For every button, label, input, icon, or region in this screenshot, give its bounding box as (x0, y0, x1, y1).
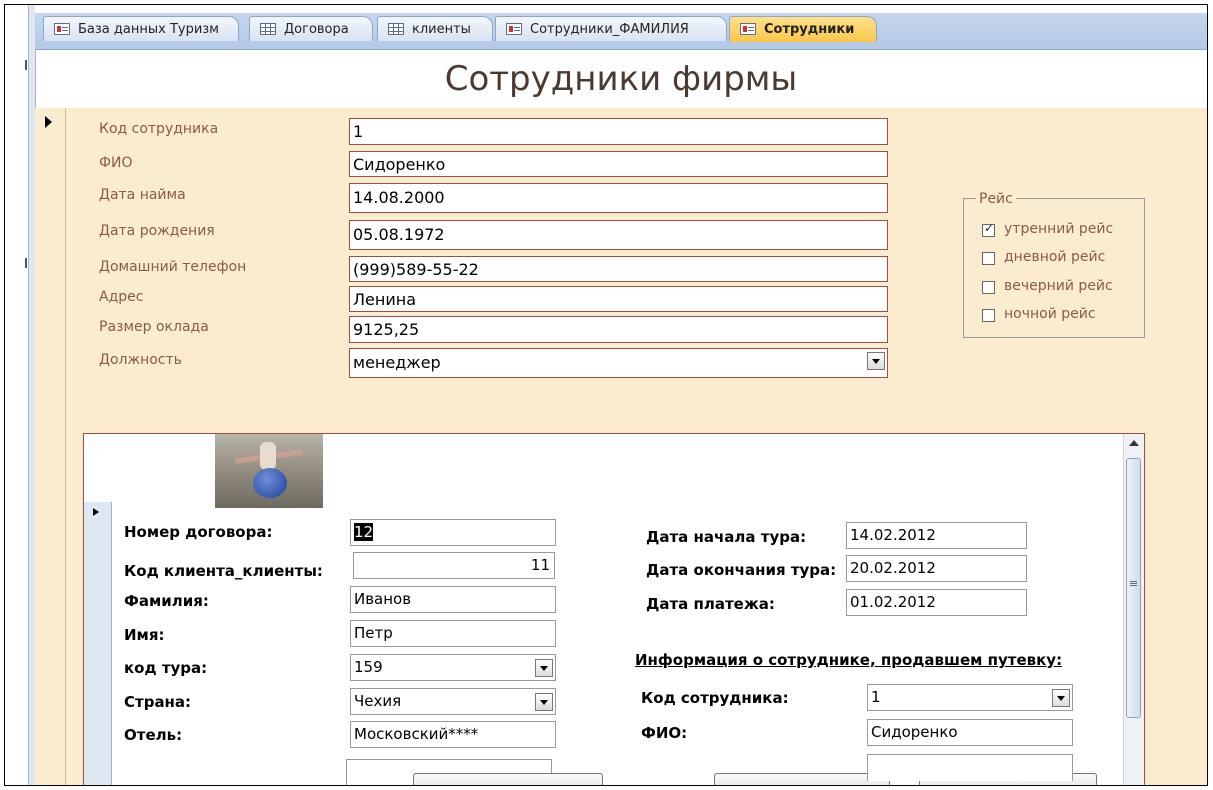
scroll-up-icon[interactable] (1129, 440, 1139, 446)
tour-code-combobox[interactable]: 159 (350, 654, 556, 681)
pane-marker (25, 258, 27, 268)
flight-option-group: Рейс утренний рейс дневной рейс вечерний… (963, 191, 1145, 338)
grip-icon (1130, 581, 1137, 582)
first-name-label: Имя: (124, 626, 165, 644)
day-flight-checkbox[interactable] (982, 252, 995, 265)
evening-flight-label: вечерний рейс (1004, 278, 1113, 294)
salary-label: Размер оклада (99, 319, 209, 335)
tab-label: Сотрудники_ФАМИЛИЯ (530, 22, 689, 37)
tabbar-top (35, 5, 1207, 13)
position-combobox[interactable]: менеджер (349, 348, 888, 378)
tab-employees[interactable]: Сотрудники (729, 16, 877, 42)
form-icon (740, 23, 756, 35)
chevron-down-icon[interactable] (535, 693, 553, 711)
subform-button[interactable] (413, 773, 603, 785)
night-flight-label: ночной рейс (1004, 306, 1096, 322)
partial-field[interactable] (867, 754, 1073, 781)
day-flight-label: дневной рейс (1004, 249, 1106, 265)
full-name-field[interactable]: Сидоренко (349, 151, 888, 177)
tab-contracts[interactable]: Договора (249, 16, 373, 41)
seller-id-combobox[interactable]: 1 (867, 684, 1073, 711)
tab-label: Договора (284, 22, 349, 37)
employee-photo (215, 434, 323, 508)
payment-date-label: Дата платежа: (646, 595, 775, 613)
photo-detail (253, 468, 287, 498)
birth-date-label: Дата рождения (99, 223, 215, 239)
chevron-down-icon[interactable] (867, 352, 885, 370)
pane-marker (25, 60, 27, 70)
hire-date-label: Дата найма (99, 187, 186, 203)
seller-id-value: 1 (871, 688, 881, 706)
morning-flight-label: утренний рейс (1004, 221, 1114, 237)
tab-tourism-db[interactable]: База данных Туризм (43, 16, 239, 41)
employee-section-title: Информация о сотруднике, продавшем путев… (635, 651, 1063, 669)
tab-label: клиенты (412, 22, 471, 37)
home-phone-label: Домашний телефон (99, 259, 247, 275)
current-record-icon (45, 116, 52, 128)
seller-name-field[interactable]: Сидоренко (867, 719, 1073, 746)
address-field[interactable]: Ленина (349, 286, 888, 312)
subform-button[interactable] (714, 773, 890, 785)
contracts-subform: Номер договора: 12 Код клиента_клиенты: … (83, 433, 1145, 785)
tab-employees-surname[interactable]: Сотрудники_ФАМИЛИЯ (495, 16, 727, 41)
contract-number-field[interactable]: 12 (350, 519, 556, 546)
hotel-label: Отель: (124, 726, 183, 744)
client-id-label: Код клиента_клиенты: (124, 562, 323, 580)
photo-detail (260, 442, 276, 470)
navigation-pane-collapsed[interactable] (5, 5, 36, 785)
hotel-field[interactable]: Московский**** (350, 721, 556, 748)
contract-number-value: 12 (354, 523, 374, 541)
tour-end-field[interactable]: 20.02.2012 (846, 555, 1027, 582)
hire-date-field[interactable]: 14.08.2000 (349, 183, 888, 213)
tour-start-field[interactable]: 14.02.2012 (846, 522, 1027, 549)
tour-code-label: код тура: (124, 659, 208, 677)
tour-code-value: 159 (354, 658, 383, 676)
full-name-label: ФИО (99, 155, 133, 171)
morning-flight-checkbox[interactable] (982, 221, 995, 237)
navigation-pane-strip[interactable] (28, 5, 35, 785)
tour-end-label: Дата окончания тура: (646, 561, 837, 579)
client-id-field[interactable]: 11 (353, 552, 555, 579)
country-combobox[interactable]: Чехия (350, 688, 556, 715)
seller-name-label: ФИО: (641, 724, 688, 742)
form-title: Сотрудники фирмы (444, 59, 798, 99)
record-selector[interactable] (35, 108, 66, 785)
tab-clients[interactable]: клиенты (377, 16, 493, 41)
payment-date-field[interactable]: 01.02.2012 (846, 589, 1027, 616)
access-window: База данных Туризм Договора клиенты Сотр… (4, 4, 1208, 786)
chevron-down-icon[interactable] (535, 659, 553, 677)
tour-start-label: Дата начала тура: (646, 528, 807, 546)
address-label: Адрес (99, 289, 144, 305)
position-label: Должность (99, 352, 182, 368)
home-phone-field[interactable]: (999)589-55-22 (349, 256, 888, 282)
scrollbar-thumb[interactable] (1126, 458, 1141, 718)
country-value: Чехия (354, 692, 402, 710)
subform-record-selector[interactable] (84, 502, 112, 785)
tab-label: База данных Туризм (78, 22, 219, 37)
surname-label: Фамилия: (124, 592, 209, 610)
country-label: Страна: (124, 693, 192, 711)
current-record-icon (93, 508, 99, 516)
birth-date-field[interactable]: 05.08.1972 (349, 220, 888, 250)
contract-number-label: Номер договора: (124, 523, 273, 541)
chevron-down-icon[interactable] (1052, 689, 1070, 707)
evening-flight-checkbox[interactable] (982, 281, 995, 294)
seller-id-label: Код сотрудника: (641, 689, 789, 707)
form-icon (54, 23, 70, 35)
position-value: менеджер (353, 353, 441, 372)
night-flight-checkbox[interactable] (982, 309, 995, 322)
tab-label: Сотрудники (764, 22, 855, 37)
first-name-field[interactable]: Петр (350, 620, 556, 647)
employee-id-label: Код сотрудника (99, 121, 219, 137)
form-icon (506, 23, 522, 35)
flight-group-title: Рейс (976, 191, 1016, 207)
table-icon (260, 23, 276, 35)
subform-vertical-scrollbar[interactable] (1123, 434, 1144, 785)
surname-field[interactable]: Иванов (350, 586, 556, 613)
employee-id-field[interactable]: 1 (349, 118, 888, 145)
salary-field[interactable]: 9125,25 (349, 316, 888, 343)
table-icon (388, 23, 404, 35)
